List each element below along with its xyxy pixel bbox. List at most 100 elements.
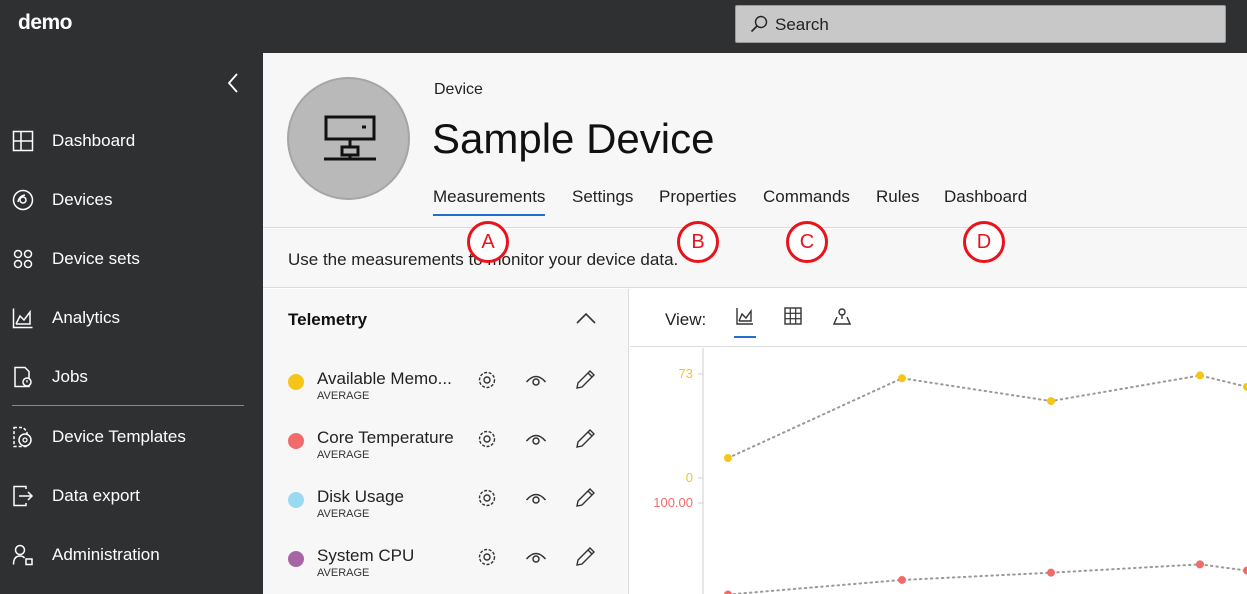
data-point[interactable]: [1047, 397, 1055, 406]
sidebar-item-label: Jobs: [52, 367, 88, 386]
view-toolbar: View:: [630, 289, 1247, 347]
eye-icon[interactable]: [525, 490, 547, 506]
callout-b: B: [677, 221, 719, 263]
search-placeholder: Search: [775, 15, 829, 34]
telemetry-item[interactable]: Disk Usage AVERAGE: [263, 482, 629, 530]
tab-dashboard[interactable]: Dashboard: [944, 187, 1027, 207]
chart-content: 730100.000.00: [653, 366, 1247, 594]
sidebar-item-device-templates[interactable]: Device Templates: [0, 417, 263, 457]
sidebar-item-label: Analytics: [52, 308, 121, 327]
sidebar-item-label: Device sets: [52, 249, 140, 268]
series-color-dot: [288, 433, 304, 449]
view-label: View:: [665, 310, 707, 329]
sidebar-item-analytics[interactable]: Analytics: [0, 298, 263, 338]
description-row: Use the measurements to monitor your dev…: [263, 229, 1247, 288]
edit-icon[interactable]: [574, 546, 596, 568]
grid-icon: [784, 307, 802, 325]
data-export-icon: [13, 485, 34, 507]
data-point[interactable]: [898, 575, 906, 584]
eye-icon[interactable]: [525, 372, 547, 388]
gear-icon[interactable]: [476, 369, 498, 391]
device-header: Device Sample Device Measurements Settin…: [263, 53, 1247, 228]
devices-icon: [12, 189, 34, 211]
gear-icon[interactable]: [476, 546, 498, 568]
telemetry-name: Disk Usage: [317, 487, 404, 506]
data-point[interactable]: [724, 590, 732, 594]
tab-rules[interactable]: Rules: [876, 187, 919, 207]
telemetry-aggregate: AVERAGE: [317, 449, 370, 461]
telemetry-aggregate: AVERAGE: [317, 390, 370, 402]
series-line: [727, 374, 1247, 460]
device-templates-icon: [13, 426, 32, 448]
tab-commands[interactable]: Commands: [763, 187, 850, 207]
sidebar-item-dashboard[interactable]: Dashboard: [0, 121, 263, 161]
tab-measurements[interactable]: Measurements: [433, 187, 546, 216]
device-icon: [324, 115, 376, 161]
sidebar-item-label: Device Templates: [52, 427, 186, 446]
tab-properties[interactable]: Properties: [659, 187, 736, 207]
data-point[interactable]: [1196, 371, 1204, 380]
telemetry-title: Telemetry: [288, 310, 368, 329]
telemetry-name: Core Temperature: [317, 428, 454, 447]
eye-icon[interactable]: [525, 549, 547, 565]
top-bar: demo Search: [0, 0, 1247, 53]
data-point[interactable]: [1243, 566, 1247, 575]
callout-d: D: [963, 221, 1005, 263]
telemetry-name: System CPU: [317, 546, 415, 565]
collapse-sidebar-icon[interactable]: [224, 71, 244, 95]
main-content: Device Sample Device Measurements Settin…: [263, 53, 1247, 594]
edit-icon[interactable]: [574, 487, 596, 509]
telemetry-item[interactable]: System CPU AVERAGE: [263, 541, 629, 589]
device-avatar: [287, 77, 410, 200]
y-tick-label: 73: [679, 366, 693, 381]
analytics-icon: [12, 308, 33, 329]
data-point[interactable]: [724, 454, 732, 463]
sidebar-item-devices[interactable]: Devices: [0, 180, 263, 220]
dashboard-icon: [12, 130, 34, 152]
telemetry-aggregate: AVERAGE: [317, 567, 370, 579]
gear-icon[interactable]: [476, 428, 498, 450]
sidebar-item-data-export[interactable]: Data export: [0, 476, 263, 516]
breadcrumb: Device: [434, 81, 483, 98]
series-color-dot: [288, 374, 304, 390]
sidebar-item-device-sets[interactable]: Device sets: [0, 239, 263, 279]
gear-icon[interactable]: [476, 487, 498, 509]
app-name[interactable]: demo: [18, 11, 73, 35]
search-input[interactable]: Search: [735, 5, 1226, 43]
y-tick-label: 100.00: [653, 495, 693, 510]
telemetry-name: Available Memo...: [317, 369, 452, 388]
series-color-dot: [288, 492, 304, 508]
device-sets-icon: [13, 249, 33, 269]
line-chart-view-button[interactable]: [734, 307, 756, 338]
telemetry-panel: Telemetry Available Memo... AVERAGE Core…: [263, 289, 629, 594]
search-icon: [750, 15, 768, 33]
sidebar-item-label: Devices: [52, 190, 113, 209]
sidebar-item-label: Dashboard: [52, 131, 136, 150]
data-point[interactable]: [898, 374, 906, 383]
sidebar-divider: [12, 405, 244, 406]
data-point[interactable]: [1243, 382, 1247, 391]
edit-icon[interactable]: [574, 428, 596, 450]
sidebar-item-administration[interactable]: Administration: [0, 535, 263, 575]
telemetry-item[interactable]: Core Temperature AVERAGE: [263, 423, 629, 471]
jobs-icon: [14, 366, 32, 388]
callout-a: A: [467, 221, 509, 263]
series-color-dot: [288, 551, 304, 567]
line-chart-icon: [736, 308, 753, 325]
y-tick-label: 0: [686, 470, 693, 485]
data-point[interactable]: [1047, 568, 1055, 577]
map-view-button[interactable]: [832, 307, 852, 330]
chart-panel: View: 73 0 100.00: [630, 289, 1247, 594]
telemetry-item[interactable]: Available Memo... AVERAGE: [263, 364, 629, 412]
eye-icon[interactable]: [525, 431, 547, 447]
telemetry-line-chart: 730100.000.00: [653, 348, 1247, 594]
edit-icon[interactable]: [574, 369, 596, 391]
map-icon: [832, 308, 852, 325]
sidebar-item-jobs[interactable]: Jobs: [0, 357, 263, 397]
data-point[interactable]: [1196, 560, 1204, 569]
callout-c: C: [786, 221, 828, 263]
tab-settings[interactable]: Settings: [572, 187, 633, 207]
chevron-up-icon[interactable]: [575, 311, 597, 325]
grid-view-button[interactable]: [784, 307, 802, 330]
administration-icon: [12, 544, 33, 566]
